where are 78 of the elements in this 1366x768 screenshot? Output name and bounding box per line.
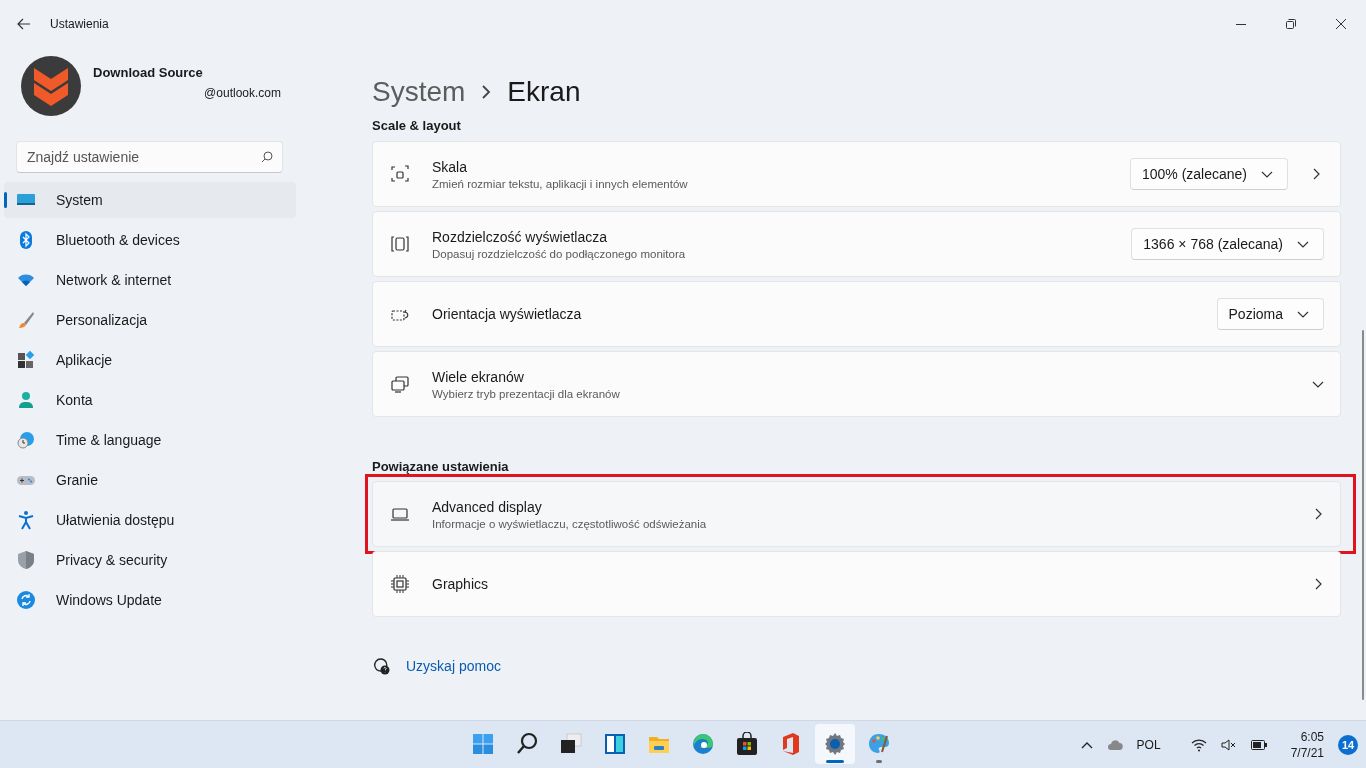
dropdown[interactable]: 100% (zalecane) [1129, 158, 1288, 190]
battery-icon[interactable] [1250, 739, 1267, 750]
taskbar-app-button[interactable] [815, 724, 855, 764]
sidebar-item[interactable]: Konta [4, 382, 296, 418]
sidebar-item[interactable]: Privacy & security [4, 542, 296, 578]
chevron-up-icon[interactable] [1080, 740, 1093, 749]
chevron-logo-icon [32, 66, 70, 106]
search-icon [515, 732, 539, 756]
date-text: 7/7/21 [1290, 745, 1324, 760]
sidebar-item[interactable]: Network & internet [4, 262, 296, 298]
settings-row[interactable]: Orientacja wyświetlacza Pozioma [372, 281, 1341, 347]
page-title: Ekran [507, 76, 581, 108]
settings-row[interactable]: Graphics [372, 551, 1341, 617]
breadcrumb-parent[interactable]: System [372, 76, 466, 108]
help-chat-icon [372, 657, 390, 675]
section-heading: Powiązane ustawienia [372, 459, 510, 475]
close-icon[interactable] [1336, 19, 1346, 29]
accessibility-icon [16, 510, 36, 530]
speaker-muted-icon[interactable] [1220, 737, 1237, 752]
sidebar-item[interactable]: Time & language [4, 422, 296, 458]
person-icon [16, 390, 36, 410]
sidebar-item[interactable]: Bluetooth & devices [4, 222, 296, 258]
brush-icon [16, 310, 36, 330]
row-description: Dopasuj rozdzielczość do podłączonego monitora [432, 247, 687, 260]
apps-icon [16, 350, 36, 370]
search-field[interactable]: Znajdź ustawienie [16, 141, 283, 173]
time-text: 6:05 [1300, 729, 1324, 744]
globe-clock-icon [16, 430, 36, 450]
row-title: Orientacja wyświetlacza [432, 306, 583, 322]
row-title: Advanced display [432, 498, 543, 515]
back-icon[interactable] [16, 16, 32, 32]
chip-icon [390, 574, 410, 594]
cloud-icon[interactable] [1106, 738, 1123, 751]
chevron-right-icon [481, 84, 492, 100]
browser-icon [691, 732, 715, 756]
start-icon [471, 732, 495, 756]
sidebar-item[interactable]: Granie [4, 462, 296, 498]
row-title: Rozdzielczość wyświetlacza [432, 228, 609, 245]
window-title: Ustawienia [50, 17, 109, 31]
scale-icon [390, 164, 410, 184]
resolution-icon [390, 234, 410, 254]
task-view-icon [559, 732, 583, 756]
gear-icon [823, 732, 847, 756]
shield-icon [16, 550, 36, 570]
row-description: Zmień rozmiar tekstu, aplikacji i innych elementów [432, 177, 689, 190]
account-name: Download Source [93, 64, 204, 80]
refresh-icon [16, 590, 36, 610]
settings-row[interactable]: Advanced display Informacje o wyświetlaczu, częstotliwość odświeżania [372, 481, 1341, 547]
sidebar-item[interactable]: System [4, 182, 296, 218]
store-icon [735, 732, 759, 756]
row-title: Wiele ekranów [432, 368, 525, 385]
row-description: Wybierz tryb prezentacji dla ekranów [432, 387, 621, 400]
account-email: @outlook.com [203, 85, 281, 100]
settings-row[interactable]: Skala Zmień rozmiar tekstu, aplikacji i innych elementów 100% (zalecane) [372, 141, 1341, 207]
multiple-monitors-icon [390, 374, 410, 394]
scrollbar[interactable] [1362, 330, 1364, 700]
paint-palette-icon [867, 732, 891, 756]
notification-badge[interactable]: 14 [1338, 734, 1358, 755]
settings-row[interactable]: Wiele ekranów Wybierz tryb prezentacji dla ekranów [372, 351, 1341, 417]
settings-row[interactable]: Rozdzielczość wyświetlacza Dopasuj rozdzielczość do podłączonego monitora 1366 × 768 (zalecana) [372, 211, 1341, 277]
search-icon [261, 151, 273, 163]
sidebar-item[interactable]: Ułatwienia dostępu [4, 502, 296, 538]
row-title: Skala [432, 158, 469, 175]
help-link[interactable]: Uzyskaj pomoc [406, 658, 501, 674]
row-description: Informacje o wyświetlaczu, częstotliwość odświeżania [432, 517, 708, 530]
widgets-icon [603, 732, 627, 756]
sidebar-item[interactable]: Aplikacje [4, 342, 296, 378]
restore-icon[interactable] [1286, 19, 1296, 29]
selection-indicator [4, 192, 7, 208]
dropdown[interactable]: 1366 × 768 (zalecana) [1131, 228, 1324, 260]
row-title: Graphics [432, 576, 490, 592]
sidebar-item[interactable]: Personalizacja [4, 302, 296, 338]
sidebar-item[interactable]: Windows Update [4, 582, 296, 618]
section-heading: Scale & layout [372, 118, 462, 134]
dropdown[interactable]: Pozioma [1216, 298, 1324, 330]
wifi-icon[interactable] [1190, 737, 1207, 752]
language-indicator[interactable]: POL [1136, 737, 1161, 752]
clock[interactable]: 6:05 7/7/21 [1290, 729, 1324, 760]
